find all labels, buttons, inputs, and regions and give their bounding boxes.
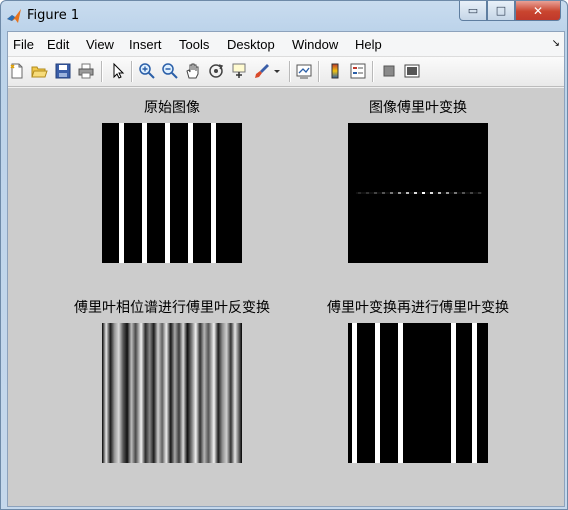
subplot-3-phase-inverse[interactable] <box>102 323 242 463</box>
menu-help[interactable]: Help <box>355 37 382 52</box>
select-arrow-icon[interactable] <box>109 62 127 80</box>
close-button[interactable]: ✕ <box>515 1 561 21</box>
open-file-icon[interactable] <box>30 62 48 80</box>
menu-view[interactable]: View <box>86 37 114 52</box>
zoom-out-icon[interactable] <box>161 62 179 80</box>
toolbar-separator <box>318 61 320 82</box>
new-figure-icon[interactable] <box>8 62 26 80</box>
menu-bar: File Edit View Insert Tools Desktop Wind… <box>8 32 564 57</box>
close-icon: ✕ <box>532 3 544 18</box>
show-plot-tools-icon[interactable] <box>403 62 421 80</box>
menu-tools[interactable]: Tools <box>179 37 209 52</box>
data-cursor-icon[interactable] <box>230 62 248 80</box>
brush-icon[interactable] <box>253 62 271 80</box>
link-plot-icon[interactable] <box>295 62 313 80</box>
matlab-logo-icon <box>7 9 21 23</box>
subplot-4-double-fourier[interactable] <box>348 323 488 463</box>
spectrum-peak <box>358 192 361 194</box>
figure-window: Figure 1 ▭ □ ✕ File Edit View Insert Too… <box>0 0 568 510</box>
double-fourier-canvas <box>348 323 488 463</box>
subplot-2-title: 图像傅里叶变换 <box>369 100 467 116</box>
spectrum-peak <box>422 192 425 194</box>
menu-window[interactable]: Window <box>292 37 338 52</box>
spectrum-peak <box>398 192 401 194</box>
subplot-1-title: 原始图像 <box>144 100 200 116</box>
menu-overflow-icon[interactable]: ↘ <box>552 38 560 49</box>
zoom-in-icon[interactable] <box>138 62 156 80</box>
subplot-1-original-image[interactable] <box>102 123 242 263</box>
toolbar-separator <box>372 61 374 82</box>
legend-icon[interactable] <box>349 62 367 80</box>
spectrum-peak <box>430 192 433 194</box>
spectrum-canvas <box>348 123 488 263</box>
menu-insert[interactable]: Insert <box>129 37 162 52</box>
colorbar-icon[interactable] <box>326 62 344 80</box>
brush-dropdown-icon[interactable] <box>272 62 282 80</box>
maximize-icon: □ <box>495 4 507 17</box>
spectrum-peak <box>478 192 481 194</box>
phase-inverse-canvas <box>102 323 242 463</box>
title-bar[interactable]: Figure 1 ▭ □ ✕ <box>1 1 567 31</box>
subplot-2-fourier-spectrum[interactable] <box>348 123 488 263</box>
minimize-icon: ▭ <box>467 4 479 17</box>
spectrum-peak <box>438 192 441 194</box>
toolbar-separator <box>131 61 133 82</box>
original-image-canvas <box>102 123 242 263</box>
figure-toolbar <box>8 57 564 87</box>
window-controls: ▭ □ ✕ <box>459 1 561 21</box>
spectrum-peak <box>470 192 473 194</box>
menu-file[interactable]: File <box>13 37 34 52</box>
spectrum-peak <box>390 192 393 194</box>
figure-client-area: File Edit View Insert Tools Desktop Wind… <box>7 31 565 507</box>
subplot-3-title: 傅里叶相位谱进行傅里叶反变换 <box>74 300 270 316</box>
toolbar-separator <box>289 61 291 82</box>
figure-canvas: 原始图像 图像傅里叶变换 傅里叶相位谱进行傅里叶反变换 傅里叶变换再进行傅里叶变… <box>8 88 564 506</box>
rotate-3d-icon[interactable] <box>207 62 225 80</box>
menu-edit[interactable]: Edit <box>47 37 69 52</box>
print-icon[interactable] <box>77 62 95 80</box>
toolbar-separator <box>101 61 103 82</box>
menu-desktop[interactable]: Desktop <box>227 37 275 52</box>
spectrum-peak <box>366 192 369 194</box>
spectrum-peak <box>374 192 377 194</box>
maximize-button[interactable]: □ <box>487 1 515 21</box>
spectrum-peak <box>414 192 417 194</box>
subplot-4-title: 傅里叶变换再进行傅里叶变换 <box>327 300 509 316</box>
window-title: Figure 1 <box>27 8 80 23</box>
save-icon[interactable] <box>54 62 72 80</box>
minimize-button[interactable]: ▭ <box>459 1 487 21</box>
spectrum-peak <box>454 192 457 194</box>
spectrum-peak <box>382 192 385 194</box>
spectrum-peak <box>406 192 409 194</box>
spectrum-peak <box>446 192 449 194</box>
pan-hand-icon[interactable] <box>184 62 202 80</box>
hide-plot-tools-icon[interactable] <box>380 62 398 80</box>
spectrum-peak <box>462 192 465 194</box>
